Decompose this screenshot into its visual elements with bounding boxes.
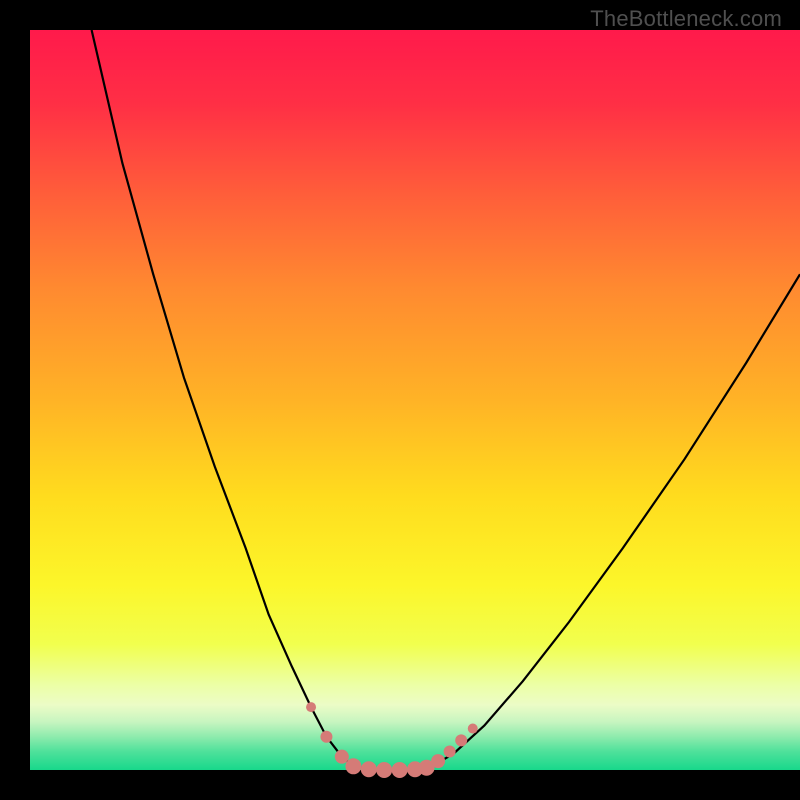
curve-marker — [320, 731, 332, 743]
curve-marker — [455, 734, 467, 746]
chart-container: TheBottleneck.com — [0, 0, 800, 800]
curve-marker — [468, 724, 478, 734]
curve-marker — [345, 758, 361, 774]
curve-marker — [306, 702, 316, 712]
curve-marker — [431, 754, 445, 768]
bottleneck-chart — [0, 0, 800, 800]
curve-marker — [444, 746, 456, 758]
curve-marker — [361, 761, 377, 777]
curve-marker — [392, 762, 408, 778]
curve-marker — [335, 750, 349, 764]
plot-background — [30, 30, 800, 770]
watermark-text: TheBottleneck.com — [590, 6, 782, 32]
curve-marker — [376, 762, 392, 778]
